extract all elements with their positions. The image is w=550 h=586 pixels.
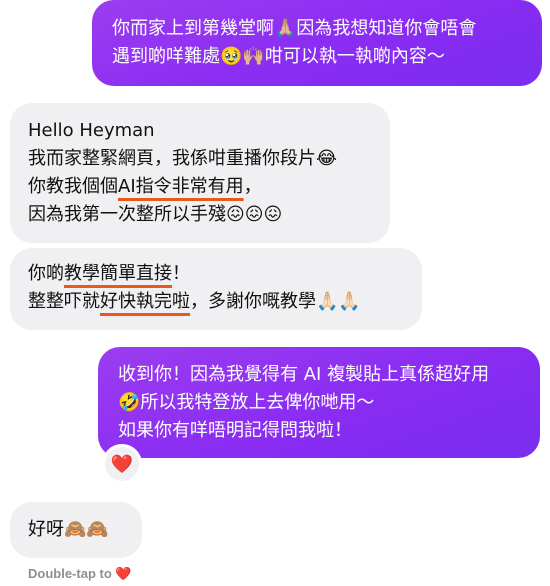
message-text: 好呀🙈🙈: [28, 519, 109, 540]
message-text: 遇到啲咩難處🥹🙌🏼咁可以執一執啲內容～: [112, 46, 445, 67]
message-bubble-incoming[interactable]: 好呀🙈🙈: [10, 502, 142, 558]
message-text: 收到你！因為我覺得有 AI 複製貼上真係超好用: [118, 364, 490, 385]
message-text: ，: [243, 176, 262, 197]
message-text: 我而家整緊網頁，我係咁重播你段片😂: [28, 148, 338, 169]
highlighted-text: AI指令非常有用: [118, 176, 244, 197]
message-text: 如果你有咩唔明記得問我啦！: [118, 420, 352, 441]
message-text: ，多謝你嘅教學🙏🏻🙏🏻: [190, 291, 361, 312]
message-text-row: 你啲教學簡單直接！: [28, 260, 406, 288]
heart-reaction-icon[interactable]: ❤️: [102, 444, 142, 484]
message-text: 🤣所以我特登放上去俾你哋用～: [118, 392, 375, 413]
message-text: 你教我個個: [28, 176, 118, 197]
highlighted-text: 教學簡單直接: [64, 263, 172, 284]
hint-text: Double-tap to: [28, 566, 112, 581]
heart-icon: ❤️: [115, 566, 132, 581]
message-text-row: 你教我個個AI指令非常有用，: [28, 173, 374, 201]
message-bubble-incoming[interactable]: Hello Heyman 我而家整緊網頁，我係咁重播你段片😂 你教我個個AI指令…: [10, 103, 390, 243]
message-bubble-outgoing[interactable]: 你而家上到第幾堂啊🙏🏼因為我想知道你會唔會 遇到啲咩難處🥹🙌🏼咁可以執一執啲內容…: [92, 0, 542, 86]
message-text-row: 整整吓就好快執完啦，多謝你嘅教學🙏🏻🙏🏻: [28, 288, 406, 316]
highlighted-text: 好快執完啦: [100, 291, 190, 312]
double-tap-hint: Double-tap to ❤️: [28, 566, 132, 582]
message-text: ！: [172, 263, 190, 284]
message-text: 整整吓就: [28, 291, 100, 312]
message-bubble-outgoing[interactable]: 收到你！因為我覺得有 AI 複製貼上真係超好用 🤣所以我特登放上去俾你哋用～ 如…: [98, 347, 540, 458]
message-text: 你啲: [28, 263, 64, 284]
message-text: 你而家上到第幾堂啊🙏🏼因為我想知道你會唔會: [112, 18, 477, 39]
message-text: 因為我第一次整所以手殘😖😖😖: [28, 204, 283, 225]
message-text: Hello Heyman: [28, 120, 155, 141]
message-bubble-incoming[interactable]: 你啲教學簡單直接！ 整整吓就好快執完啦，多謝你嘅教學🙏🏻🙏🏻: [10, 248, 422, 330]
